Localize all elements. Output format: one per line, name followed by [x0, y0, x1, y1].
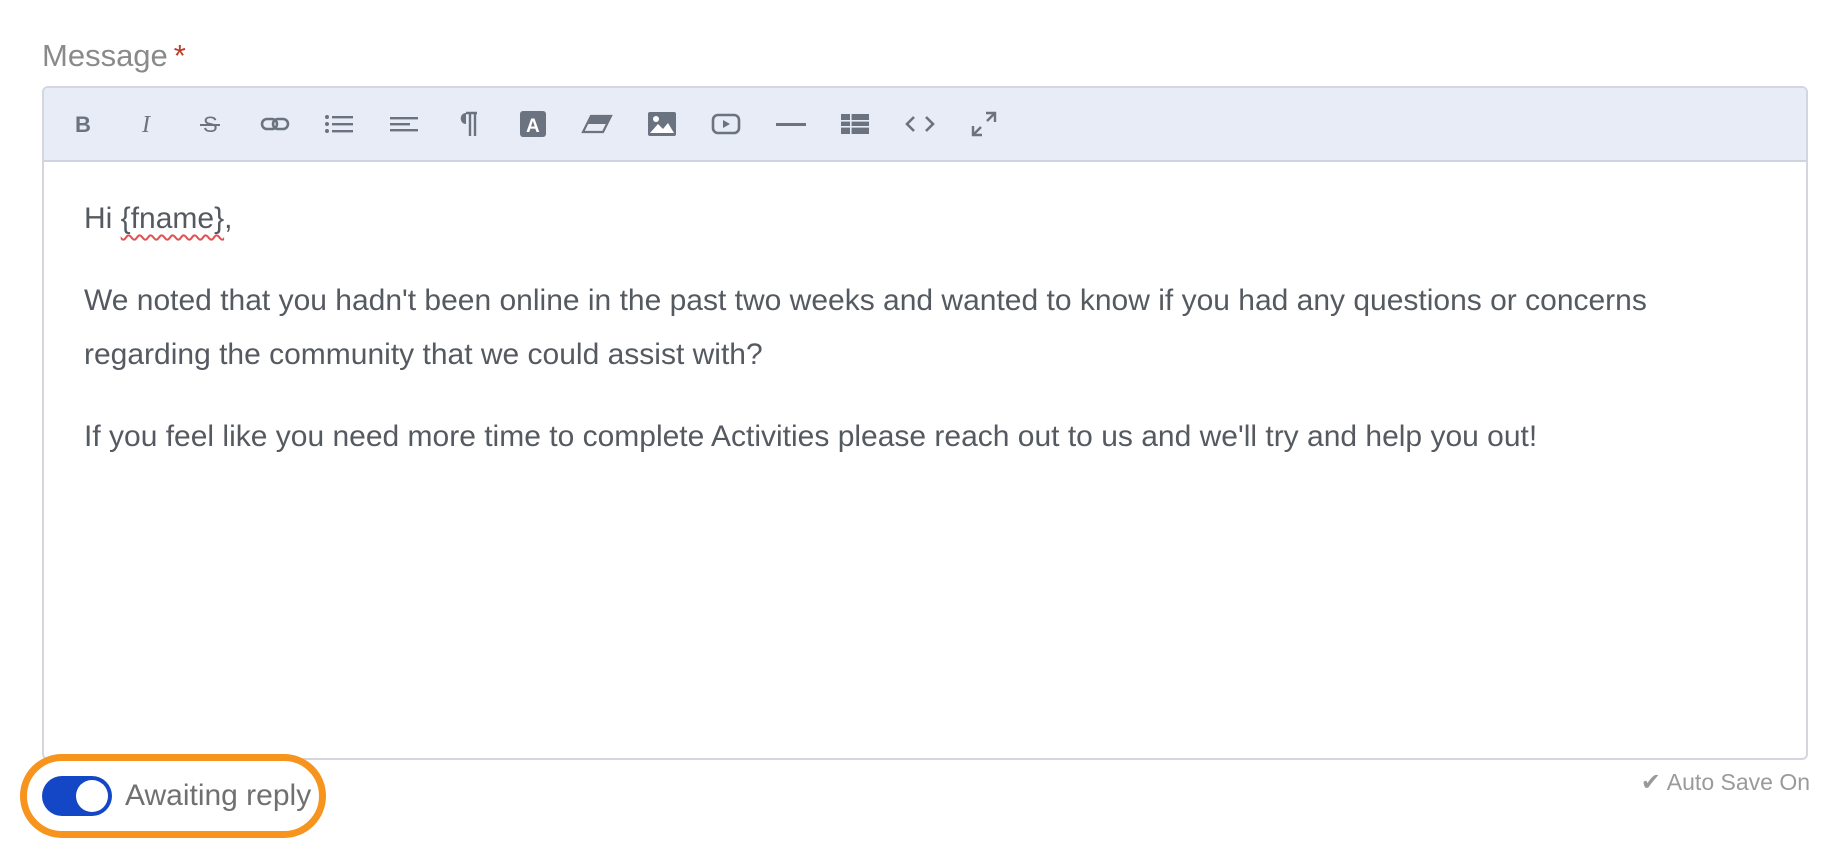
- align-left-icon: [389, 117, 418, 132]
- svg-text:I: I: [141, 112, 151, 136]
- message-label-text: Message: [42, 38, 168, 73]
- message-field-label: Message *: [42, 36, 186, 76]
- editor-content-area[interactable]: Hi {fname}, We noted that you hadn't bee…: [44, 162, 1806, 464]
- clear-formatting-button[interactable]: [574, 101, 620, 147]
- greeting-suffix: ,: [224, 202, 233, 235]
- message-paragraph-1: We noted that you hadn't been online in …: [84, 284, 1647, 371]
- table-icon: [841, 114, 869, 134]
- editor-toolbar: B I S A: [44, 88, 1806, 162]
- toggle-knob: [76, 780, 108, 812]
- text-color-button[interactable]: A: [510, 101, 556, 147]
- fname-placeholder-token: {fname}: [120, 202, 225, 235]
- video-icon: [711, 113, 741, 135]
- required-asterisk: *: [173, 38, 186, 73]
- awaiting-reply-highlight: Awaiting reply: [20, 754, 326, 838]
- code-view-button[interactable]: [897, 101, 943, 147]
- awaiting-reply-toggle[interactable]: [42, 776, 112, 816]
- insert-table-button[interactable]: [832, 101, 878, 147]
- auto-save-status: ✔ Auto Save On: [1641, 768, 1810, 797]
- bulleted-list-button[interactable]: [316, 101, 362, 147]
- align-button[interactable]: [381, 101, 427, 147]
- strikethrough-button[interactable]: S: [187, 101, 233, 147]
- italic-button[interactable]: I: [123, 101, 169, 147]
- list-icon: [325, 115, 353, 133]
- strikethrough-icon: S: [200, 112, 220, 136]
- code-icon: [904, 116, 935, 132]
- bold-icon: B: [75, 112, 91, 136]
- greeting-line: Hi {fname},: [84, 192, 1766, 246]
- awaiting-reply-label: Awaiting reply: [125, 779, 312, 812]
- message-paragraph-2: If you feel like you need more time to c…: [84, 420, 1538, 453]
- horizontal-rule-button[interactable]: [768, 101, 814, 147]
- svg-text:A: A: [526, 116, 540, 137]
- rich-text-editor: B I S A: [42, 86, 1808, 760]
- paragraph-icon: [460, 111, 477, 136]
- link-button[interactable]: [252, 101, 298, 147]
- insert-video-button[interactable]: [703, 101, 749, 147]
- link-icon: [260, 117, 289, 131]
- auto-save-label: Auto Save On: [1666, 769, 1810, 795]
- bold-button[interactable]: B: [58, 101, 104, 147]
- image-icon: [647, 112, 676, 136]
- expand-icon: [971, 111, 997, 137]
- fullscreen-button[interactable]: [961, 101, 1007, 147]
- insert-image-button[interactable]: [639, 101, 685, 147]
- paragraph-button[interactable]: [445, 101, 491, 147]
- svg-text:B: B: [75, 112, 91, 136]
- font-color-icon: A: [519, 111, 546, 137]
- check-icon: ✔: [1640, 769, 1661, 796]
- horizontal-rule-icon: [775, 123, 806, 126]
- greeting-prefix: Hi: [84, 202, 121, 235]
- eraser-icon: [581, 114, 613, 134]
- italic-icon: I: [141, 112, 151, 136]
